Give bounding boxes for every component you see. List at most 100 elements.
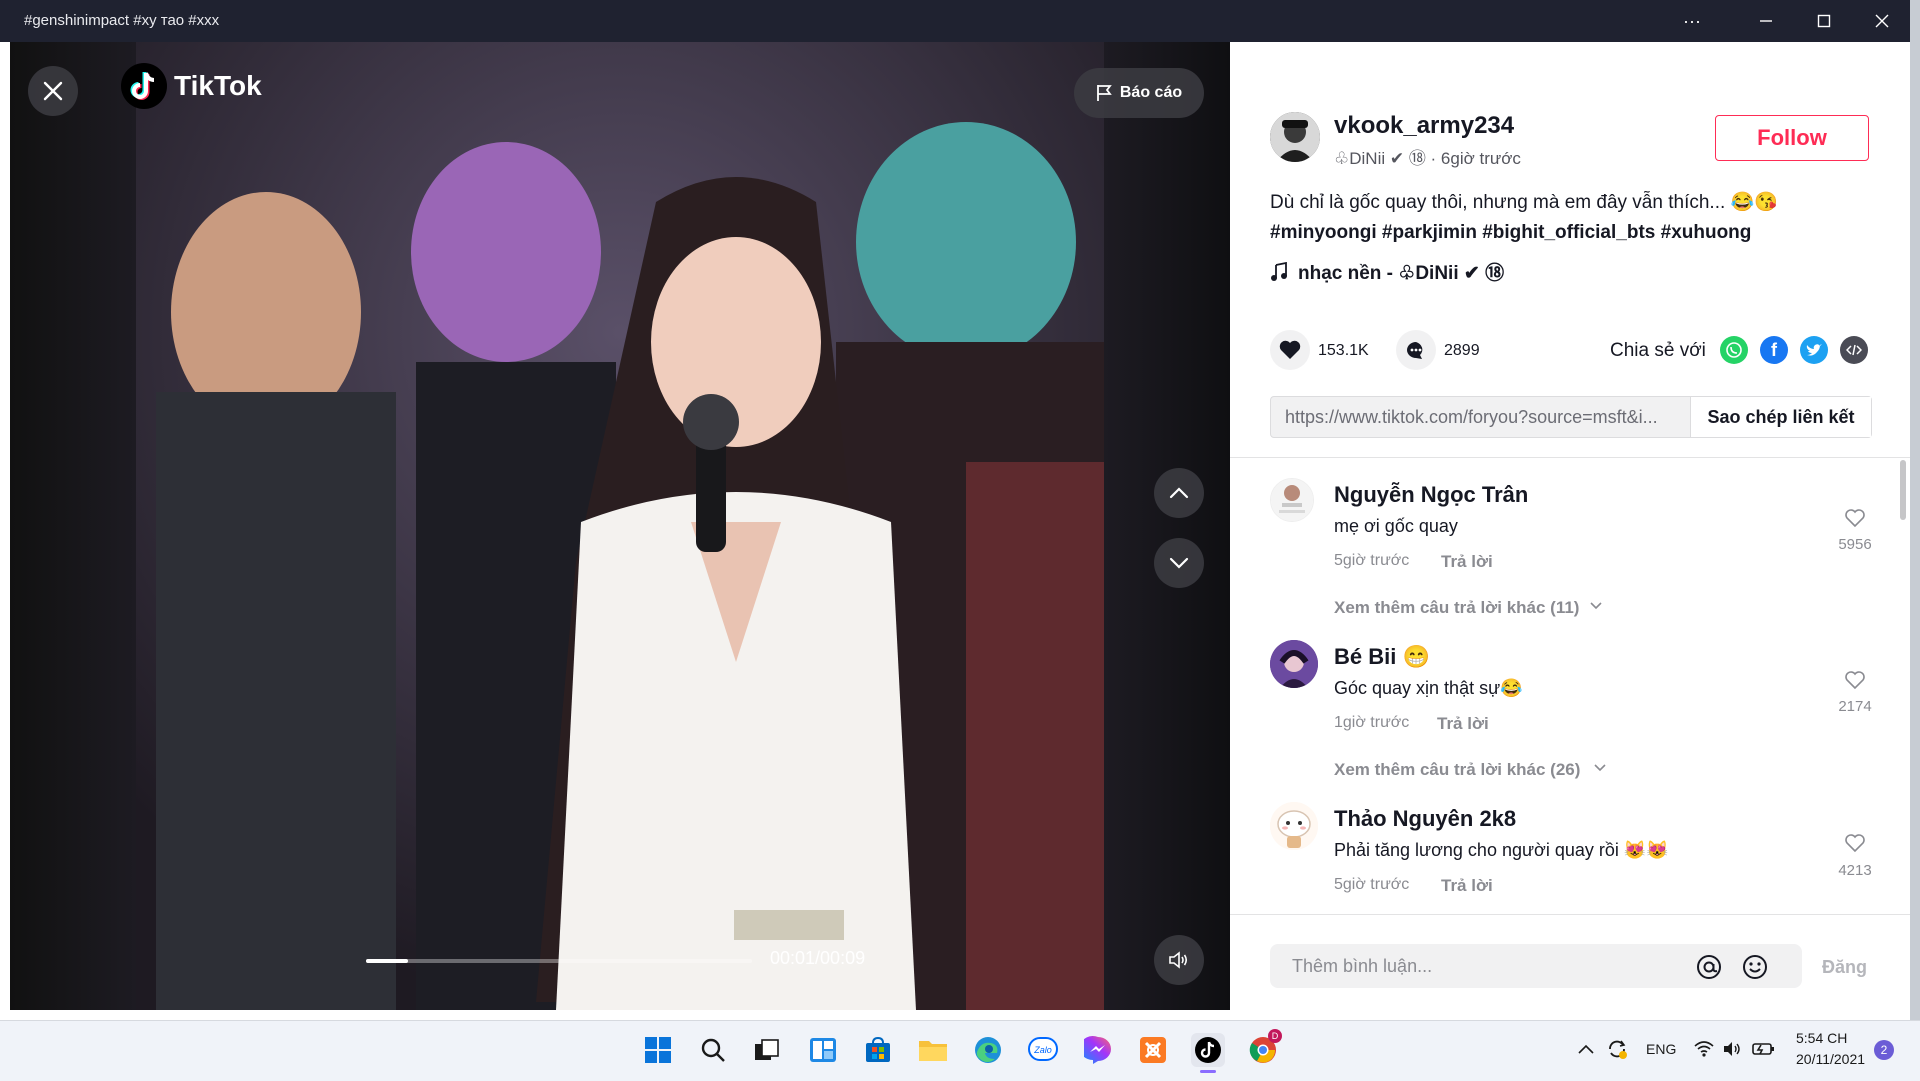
- video-player[interactable]: TikTok Báo cáo 00:01/00:09: [10, 42, 1230, 1010]
- search-button[interactable]: [696, 1033, 730, 1067]
- reply-button[interactable]: Trả lời: [1441, 552, 1493, 572]
- comment-author[interactable]: Nguyễn Ngọc Trân: [1334, 482, 1528, 508]
- volume-button[interactable]: [1154, 935, 1204, 985]
- whatsapp-icon: [1726, 342, 1742, 358]
- embed-share-button[interactable]: [1840, 336, 1868, 364]
- close-window-button[interactable]: [1854, 0, 1910, 42]
- clock-time[interactable]: 5:54 CH: [1796, 1030, 1847, 1046]
- post-caption: Dù chỉ là gốc quay thôi, nhưng mà em đây…: [1270, 192, 1778, 213]
- video-time: 00:01/00:09: [770, 948, 866, 968]
- comment-text: Góc quay xịn thật sự😂: [1334, 678, 1523, 698]
- comment-time: 5giờ trước: [1334, 552, 1410, 569]
- maximize-button[interactable]: [1796, 0, 1852, 42]
- language-indicator[interactable]: ENG: [1646, 1041, 1676, 1057]
- minimize-button[interactable]: [1738, 0, 1794, 42]
- window-title: #genshinimpact #xy тао #xxx: [24, 12, 220, 29]
- close-icon: [43, 81, 63, 101]
- author-username[interactable]: vkook_army234: [1334, 112, 1514, 140]
- share-link-box: https://www.tiktok.com/foryou?source=msf…: [1270, 396, 1872, 438]
- chevron-down-icon: [1169, 557, 1189, 569]
- comment-count-button[interactable]: [1396, 330, 1436, 370]
- sync-icon[interactable]: [1606, 1038, 1628, 1060]
- messenger-icon: [1084, 1036, 1111, 1064]
- music-info[interactable]: nhạc nền - ♧DiNii ✔ ⑱: [1270, 258, 1504, 285]
- comment-placeholder: Thêm bình luận...: [1292, 956, 1433, 976]
- tiktok-taskbar-button[interactable]: [1191, 1033, 1225, 1067]
- facebook-share-button[interactable]: f: [1760, 336, 1788, 364]
- report-label: Báo cáo: [1119, 84, 1183, 101]
- comment-like-count: 5956: [1838, 536, 1872, 553]
- emoji-icon[interactable]: [1742, 954, 1768, 980]
- search-icon: [701, 1038, 725, 1062]
- follow-button[interactable]: Follow: [1715, 115, 1869, 161]
- xampp-button[interactable]: [1136, 1033, 1170, 1067]
- share-label: Chia sẻ với: [1610, 340, 1706, 361]
- battery-icon[interactable]: [1752, 1040, 1776, 1058]
- like-count: 153.1K: [1318, 342, 1369, 359]
- active-app-indicator: [1200, 1070, 1216, 1073]
- report-button[interactable]: Báo cáo: [1074, 68, 1204, 118]
- tiktok-icon: [1195, 1037, 1221, 1063]
- close-video-button[interactable]: [28, 66, 78, 116]
- more-icon: ···: [1683, 10, 1701, 31]
- view-more-replies[interactable]: Xem thêm câu trả lời khác (26): [1334, 760, 1580, 780]
- edge-button[interactable]: [971, 1033, 1005, 1067]
- comments-scrollbar[interactable]: [1900, 460, 1906, 520]
- start-button[interactable]: [641, 1033, 675, 1067]
- video-frame: [136, 42, 1104, 1010]
- comment-avatar[interactable]: [1270, 478, 1314, 522]
- post-comment-button[interactable]: Đăng: [1822, 957, 1867, 978]
- folder-icon: [919, 1041, 947, 1061]
- post-hashtags[interactable]: #minyoongi #parkjimin #bighit_official_b…: [1270, 218, 1870, 248]
- comment-avatar[interactable]: [1270, 640, 1318, 688]
- mention-icon[interactable]: [1696, 954, 1722, 980]
- messenger-button[interactable]: [1081, 1033, 1115, 1067]
- comment-count: 2899: [1444, 342, 1480, 359]
- comment-author[interactable]: Bé Bii 😁: [1334, 644, 1430, 670]
- zalo-button[interactable]: Zalo: [1026, 1033, 1060, 1067]
- chevron-up-icon: [1169, 487, 1189, 499]
- share-link-url[interactable]: https://www.tiktok.com/foryou?source=msf…: [1271, 397, 1690, 437]
- volume-icon[interactable]: [1722, 1040, 1742, 1058]
- next-video-button[interactable]: [1154, 538, 1204, 588]
- comment-avatar-image: [1270, 802, 1318, 850]
- comment-like-button[interactable]: [1837, 833, 1873, 858]
- comment-input[interactable]: Thêm bình luận...: [1270, 944, 1802, 988]
- store-button[interactable]: [861, 1033, 895, 1067]
- twitter-share-button[interactable]: [1800, 336, 1828, 364]
- chrome-button[interactable]: D: [1246, 1029, 1282, 1067]
- comment-like-button[interactable]: [1837, 508, 1873, 533]
- windows-taskbar: [0, 1020, 1920, 1081]
- video-blur-left: [10, 42, 136, 1010]
- widgets-icon: [810, 1038, 836, 1062]
- comment-avatar-image: [1271, 479, 1313, 521]
- more-options-button[interactable]: ···: [1664, 0, 1720, 42]
- copy-link-button[interactable]: Sao chép liên kết: [1690, 397, 1871, 437]
- minimize-icon: [1760, 20, 1772, 22]
- comment-avatar[interactable]: [1270, 802, 1318, 850]
- notification-badge[interactable]: 2: [1874, 1040, 1894, 1060]
- clock-date[interactable]: 20/11/2021: [1796, 1051, 1865, 1067]
- windows-icon: [645, 1037, 671, 1063]
- view-more-replies[interactable]: Xem thêm câu trả lời khác (11): [1334, 598, 1579, 618]
- author-avatar[interactable]: [1270, 112, 1320, 162]
- wifi-icon[interactable]: [1694, 1040, 1714, 1058]
- like-button[interactable]: [1270, 330, 1310, 370]
- file-explorer-button[interactable]: [916, 1033, 950, 1067]
- tiktok-logo-text: TikTok: [174, 70, 262, 101]
- comment-author[interactable]: Thảo Nguyên 2k8: [1334, 806, 1516, 832]
- chevron-up-icon[interactable]: [1578, 1044, 1594, 1054]
- comment-like-button[interactable]: [1837, 670, 1873, 695]
- facebook-icon: f: [1771, 339, 1777, 360]
- edge-icon: [975, 1037, 1001, 1063]
- previous-video-button[interactable]: [1154, 468, 1204, 518]
- whatsapp-share-button[interactable]: [1720, 336, 1748, 364]
- reply-button[interactable]: Trả lời: [1441, 876, 1493, 896]
- video-progress-bar[interactable]: [366, 959, 752, 963]
- store-icon: [866, 1036, 890, 1062]
- comment-text: Phải tăng lương cho người quay rồi 😻😻: [1334, 840, 1669, 860]
- widgets-button[interactable]: [806, 1033, 840, 1067]
- comment-like-count: 4213: [1838, 862, 1872, 879]
- reply-button[interactable]: Trả lời: [1437, 714, 1489, 734]
- task-view-button[interactable]: [750, 1033, 784, 1067]
